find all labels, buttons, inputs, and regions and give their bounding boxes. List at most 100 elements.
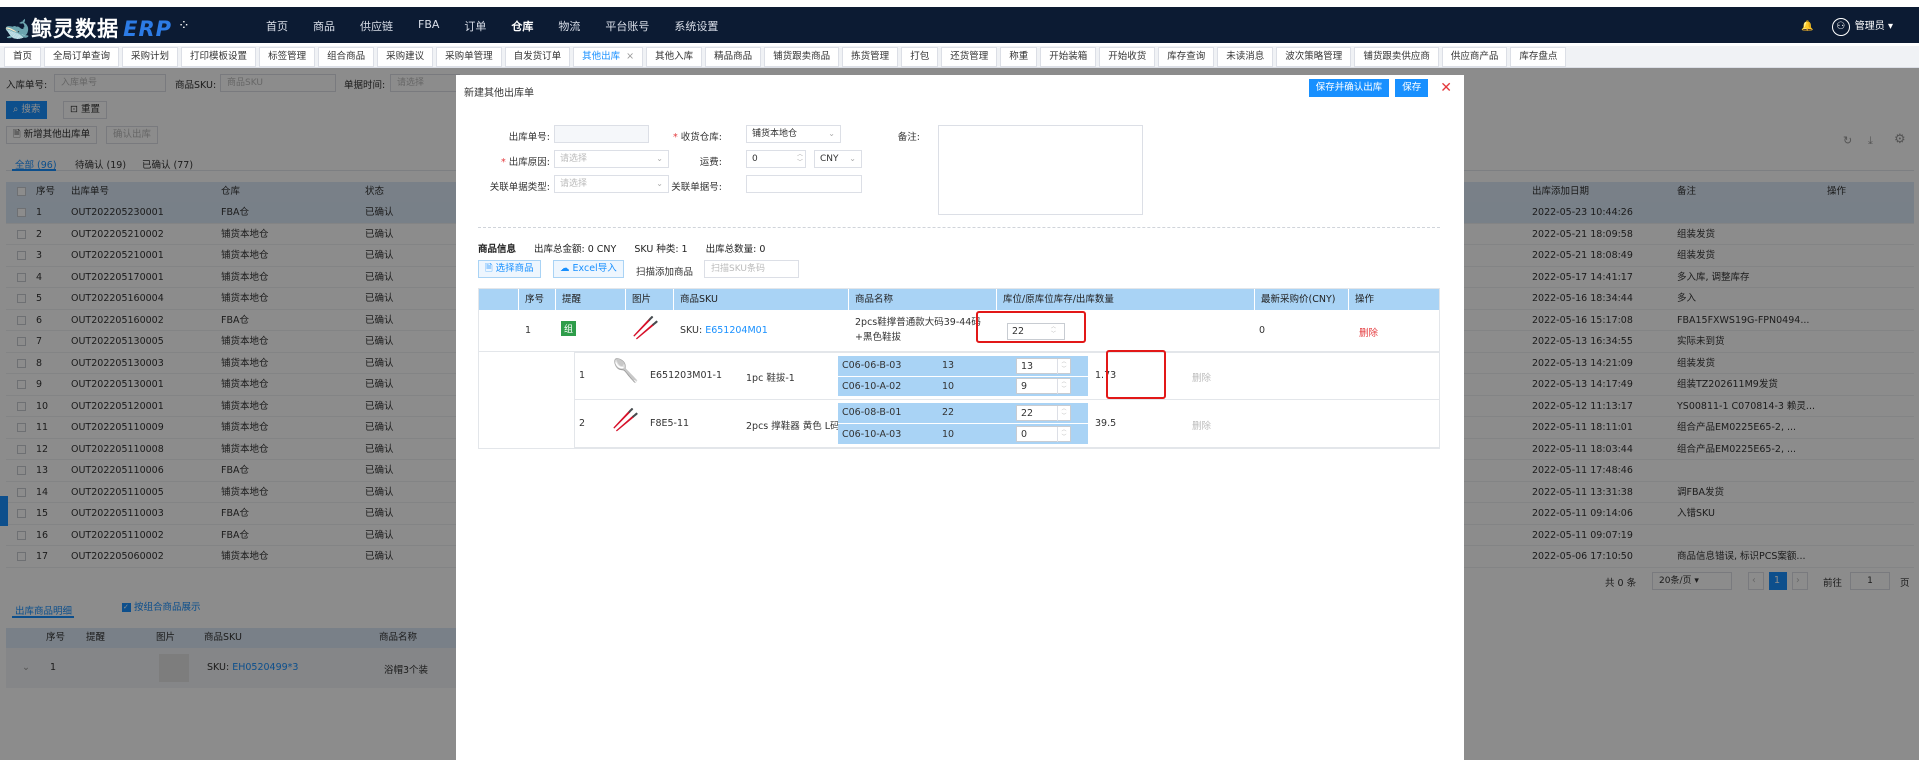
tab-16[interactable]: 称重	[1000, 47, 1038, 67]
stepper-arrows-icon[interactable]: ︿ ﹀	[797, 151, 803, 167]
save-button[interactable]: 保存	[1395, 79, 1429, 97]
form-divider	[478, 227, 1440, 228]
tab-18[interactable]: 开始收货	[1099, 47, 1156, 67]
tab-close-icon[interactable]: ×	[626, 51, 634, 62]
goods-name: 2pcs鞋撑普通款大码39-44码+黑色鞋拔	[855, 317, 981, 343]
tab-22[interactable]: 铺货跟卖供应商	[1354, 47, 1439, 67]
menu-item-orders[interactable]: 订单	[464, 18, 486, 34]
tab-label: 还货管理	[950, 51, 989, 62]
bell-icon[interactable]: 🔔	[1801, 21, 1813, 32]
tab-label: 开始装箱	[1049, 51, 1088, 62]
child-2-loc-2: C06-10-A-03	[842, 429, 902, 440]
excel-import-button[interactable]: ☁ Excel导入	[553, 260, 624, 278]
child-1-loc-1: C06-06-B-03	[842, 360, 902, 371]
shoe-horn-thumbnail: 🥄	[612, 359, 640, 384]
stepper-arrows-icon[interactable]: ︿ ﹀	[1057, 359, 1070, 374]
stepper-arrows-icon[interactable]: ︿ ﹀	[1057, 427, 1070, 442]
goods-header-spacer	[479, 289, 519, 310]
tab-17[interactable]: 开始装箱	[1040, 47, 1097, 67]
relno-input[interactable]	[746, 175, 862, 193]
cloud-upload-icon: ☁	[560, 263, 573, 274]
child-1-delete-link[interactable]: 删除	[1192, 370, 1211, 384]
select-goods-button[interactable]: 🗎 选择商品	[478, 260, 541, 278]
tab-3[interactable]: 打印模板设置	[181, 47, 257, 67]
tab-1[interactable]: 全局订单查询	[44, 47, 120, 67]
goods-header-row: 序号 提醒 图片 商品SKU 商品名称 库位/原库位库存/出库数量 最新采购价(…	[479, 289, 1439, 310]
menu-item-accounts[interactable]: 平台账号	[605, 18, 649, 34]
app-logo[interactable]: 🐋鲸灵数据 ERP	[4, 13, 172, 43]
tab-21[interactable]: 波次策略管理	[1276, 47, 1352, 67]
excel-import-label: Excel导入	[572, 263, 617, 274]
tab-7[interactable]: 采购单管理	[436, 47, 502, 67]
stepper-arrows-icon[interactable]: ︿ ﹀	[1057, 406, 1070, 421]
goods-delete-link[interactable]: 删除	[1359, 325, 1378, 339]
menu-item-warehouse[interactable]: 仓库	[511, 18, 533, 34]
tab-9[interactable]: 其他出库 ×	[573, 47, 644, 67]
remark-textarea[interactable]	[938, 125, 1143, 215]
outno-input[interactable]	[554, 125, 649, 143]
child-1-sku: E651203M01-1	[650, 370, 723, 381]
tab-5[interactable]: 组合商品	[318, 47, 375, 67]
tab-2[interactable]: 采购计划	[122, 47, 179, 67]
reltype-placeholder: 请选择	[560, 179, 588, 189]
child-1-qty-2: 9	[1021, 381, 1028, 392]
stepper-arrows-icon[interactable]: ︿ ﹀	[1057, 379, 1070, 394]
apps-grid-icon[interactable]: ⁘	[178, 18, 190, 34]
child-2-qty-stepper-2[interactable]: 0 ︿ ﹀	[1016, 426, 1071, 442]
shoe-tree-thumbnail: 🥢	[612, 408, 640, 433]
menu-item-logistics[interactable]: 物流	[558, 18, 580, 34]
tab-8[interactable]: 自发货订单	[504, 47, 571, 67]
tab-14[interactable]: 打包	[901, 47, 939, 67]
tab-19[interactable]: 库存查询	[1158, 47, 1215, 67]
save-confirm-button[interactable]: 保存并确认出库	[1308, 79, 1390, 97]
summary-amount: 出库总金额: 0 CNY	[534, 244, 617, 255]
child-2-qty-stepper-1[interactable]: 22 ︿ ﹀	[1016, 405, 1071, 421]
tab-20[interactable]: 未读消息	[1217, 47, 1274, 67]
currency-select[interactable]: CNY ⌄	[814, 150, 862, 168]
goods-sku-link[interactable]: E651204M01	[705, 325, 768, 336]
user-name: 管理员	[1854, 21, 1885, 32]
menu-item-home[interactable]: 首页	[266, 18, 288, 34]
freight-input[interactable]: 0 ︿ ﹀	[746, 150, 806, 168]
menu-item-goods[interactable]: 商品	[313, 18, 335, 34]
goods-header-sku: 商品SKU	[674, 289, 849, 310]
goods-summary: 商品信息 出库总金额: 0 CNY SKU 种类: 1 出库总数量: 0	[478, 241, 765, 255]
child-2-delete-link[interactable]: 删除	[1192, 418, 1211, 432]
user-menu[interactable]: ⚇ 管理员 ▾	[1831, 17, 1893, 36]
tab-label: 全局订单查询	[53, 51, 111, 62]
tab-label: 未读消息	[1226, 51, 1265, 62]
child-1-loc-2: C06-10-A-02	[842, 381, 902, 392]
tab-label: 首页	[13, 51, 33, 62]
close-icon[interactable]: ✕	[1440, 80, 1452, 96]
tab-11[interactable]: 精品商品	[705, 47, 762, 67]
menu-item-supply[interactable]: 供应链	[360, 18, 393, 34]
child-2-loc-1: C06-08-B-01	[842, 407, 902, 418]
child-1-qty-stepper-2[interactable]: 9 ︿ ﹀	[1016, 378, 1071, 394]
tab-label: 采购建议	[386, 51, 425, 62]
tab-13[interactable]: 拣货管理	[842, 47, 899, 67]
tab-24[interactable]: 库存盘点	[1510, 47, 1567, 67]
logo-erp: ERP	[123, 17, 173, 41]
tab-0[interactable]: 首页	[4, 47, 42, 67]
chevron-down-icon: ▾	[1887, 21, 1893, 32]
tab-label: 称重	[1009, 51, 1029, 62]
menu-item-settings[interactable]: 系统设置	[674, 18, 718, 34]
tab-4[interactable]: 标签管理	[259, 47, 316, 67]
child-1-qty-stepper-1[interactable]: 13 ︿ ﹀	[1016, 358, 1071, 374]
tab-10[interactable]: 其他入库	[646, 47, 703, 67]
tab-12[interactable]: 铺货跟卖商品	[764, 47, 840, 67]
goods-header-location: 库位/原库位库存/出库数量	[997, 289, 1255, 310]
tab-label: 供应商产品	[1450, 51, 1499, 62]
new-outbound-modal: 新建其他出库单 保存并确认出库 保存 ✕ 出库单号: * 收货仓库: 铺货本地仓 ⌄…	[456, 75, 1464, 760]
child-1-qty-1: 13	[1021, 361, 1034, 372]
tab-23[interactable]: 供应商产品	[1441, 47, 1508, 67]
scan-input[interactable]: 扫描SKU条码	[704, 260, 799, 278]
tab-6[interactable]: 采购建议	[377, 47, 434, 67]
menu-item-fba[interactable]: FBA	[418, 18, 439, 34]
warehouse-select[interactable]: 铺货本地仓 ⌄	[746, 125, 841, 143]
tab-label: 拣货管理	[851, 51, 890, 62]
tab-15[interactable]: 还货管理	[941, 47, 998, 67]
goods-header-name: 商品名称	[849, 289, 997, 310]
goods-sku-wrap: SKU: E651204M01	[680, 325, 768, 336]
child-1-name: 1pc 鞋拔-1	[746, 373, 795, 384]
